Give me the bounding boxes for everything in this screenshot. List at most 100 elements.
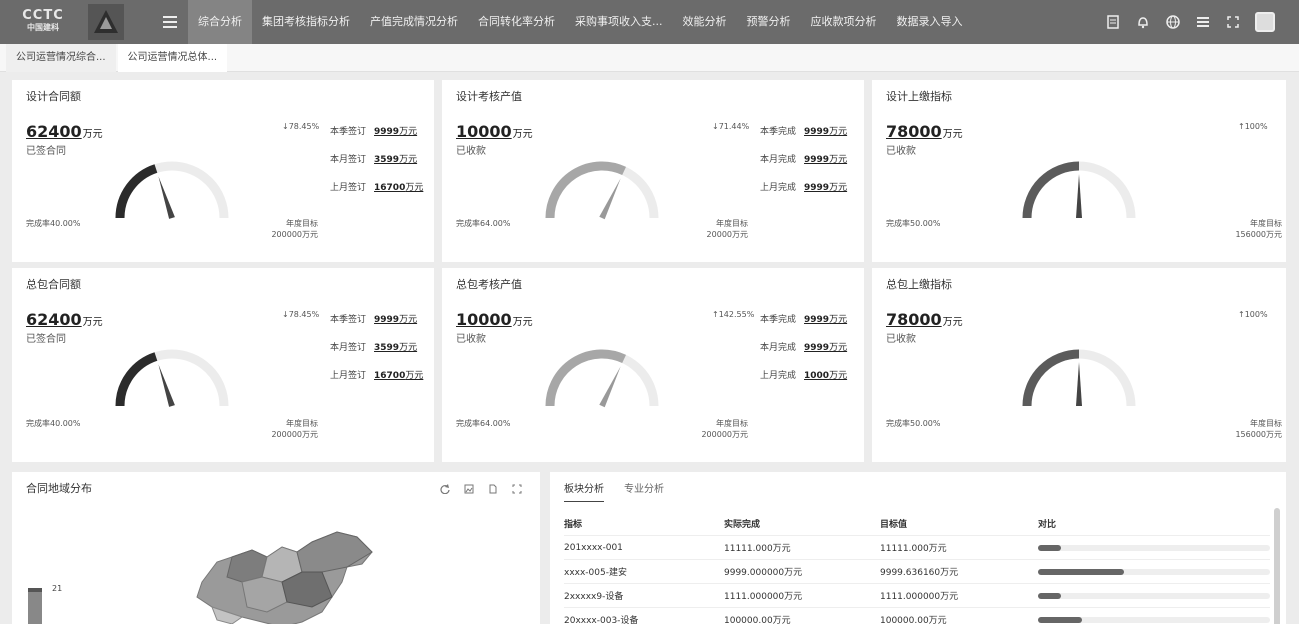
table-row[interactable]: 201xxxx-001 11111.000万元 11111.000万元 bbox=[564, 536, 1270, 560]
fullscreen-icon[interactable] bbox=[1225, 14, 1241, 30]
stat-row: 本月签订 3599万元 bbox=[330, 152, 417, 165]
design-submit-card: 设计上缴指标 78000万元 已收款 ↑100% 完成率50.00% 年度目标 156000… bbox=[872, 80, 1286, 262]
stat-value[interactable]: 9999万元 bbox=[374, 315, 417, 325]
stat-value[interactable]: 9999万元 bbox=[804, 315, 847, 325]
tab-overview-general[interactable]: 公司运营情况总体... bbox=[117, 43, 228, 72]
nav-item-7[interactable]: 应收款项分析 bbox=[801, 0, 887, 44]
card-title: 设计考核产值 bbox=[456, 90, 522, 103]
company-logo: CCTC 中国建科 bbox=[0, 0, 86, 44]
table-row[interactable]: 20xxxx-003-设备 100000.00万元 100000.00万元 bbox=[564, 608, 1270, 624]
card-main-value[interactable]: 78000万元 bbox=[886, 310, 963, 329]
stat-value[interactable]: 9999万元 bbox=[804, 343, 847, 353]
cell-actual: 1111.000000万元 bbox=[724, 592, 803, 602]
list-icon[interactable] bbox=[1195, 14, 1211, 30]
gauge-chart[interactable] bbox=[1019, 344, 1139, 410]
stat-value[interactable]: 9999万元 bbox=[804, 183, 847, 193]
stat-label: 上月签订 bbox=[330, 183, 367, 193]
china-map[interactable] bbox=[172, 522, 392, 624]
arrow-up-icon: ↑ bbox=[1238, 310, 1245, 319]
gauge-chart[interactable] bbox=[1019, 156, 1139, 222]
cell-compare bbox=[1038, 592, 1270, 599]
nav-item-2[interactable]: 产值完成情况分析 bbox=[360, 0, 468, 44]
tab-discipline-analysis[interactable]: 专业分析 bbox=[624, 480, 664, 502]
nav-item-0[interactable]: 综合分析 bbox=[188, 0, 252, 44]
gauge-fill bbox=[115, 352, 158, 407]
fullscreen-icon[interactable] bbox=[512, 484, 522, 494]
stat-row: 本月签订 3599万元 bbox=[330, 340, 417, 353]
table-tabs: 板块分析 专业分析 bbox=[564, 480, 664, 502]
stat-row: 本季完成 9999万元 bbox=[760, 312, 847, 325]
target-value: 200000万元 bbox=[271, 430, 318, 439]
stat-value[interactable]: 9999万元 bbox=[804, 155, 847, 165]
map-legend-bar[interactable] bbox=[28, 588, 42, 624]
card-main-value[interactable]: 10000万元 bbox=[456, 122, 533, 141]
gauge-needle bbox=[158, 364, 175, 407]
general-submit-card: 总包上缴指标 78000万元 已收款 ↑100% 完成率50.00% 年度目标 156000… bbox=[872, 268, 1286, 462]
compare-bar-fill bbox=[1038, 568, 1124, 575]
general-contract-card: 总包合同额 62400万元 已签合同 ↓78.45% 本季签订 9999万元 本月签订 359… bbox=[12, 268, 434, 462]
stat-value[interactable]: 16700万元 bbox=[374, 371, 423, 381]
stat-label: 本月完成 bbox=[760, 343, 797, 353]
globe-icon[interactable] bbox=[1165, 14, 1181, 30]
refresh-icon[interactable] bbox=[440, 484, 450, 494]
card-main-value[interactable]: 62400万元 bbox=[26, 122, 103, 141]
menu-toggle-button[interactable] bbox=[152, 0, 188, 44]
gauge-chart[interactable] bbox=[112, 344, 232, 410]
compare-bar-fill bbox=[1038, 592, 1062, 599]
card-main-value[interactable]: 62400万元 bbox=[26, 310, 103, 329]
card-main-unit: 万元 bbox=[942, 317, 963, 328]
table-scrollbar[interactable] bbox=[1274, 508, 1280, 624]
gauge-chart[interactable] bbox=[542, 156, 662, 222]
arrow-down-icon: ↓ bbox=[282, 310, 289, 319]
stat-value[interactable]: 3599万元 bbox=[374, 155, 417, 165]
gauge-fill bbox=[1022, 161, 1080, 219]
cell-actual: 100000.00万元 bbox=[724, 616, 791, 624]
compare-bar-fill bbox=[1038, 544, 1062, 551]
arrow-down-icon: ↓ bbox=[282, 122, 289, 131]
nav-item-4[interactable]: 采购事项收入支... bbox=[565, 0, 673, 44]
tab-overview-comprehensive[interactable]: 公司运营情况综合... bbox=[6, 43, 116, 72]
stat-label: 本季签订 bbox=[330, 127, 367, 137]
col-header-target: 目标值 bbox=[880, 520, 908, 530]
table-row[interactable]: 2xxxxx9-设备 1111.000000万元 1111.000000万元 bbox=[564, 584, 1270, 608]
nav-item-1[interactable]: 集团考核指标分析 bbox=[252, 0, 360, 44]
gauge-track bbox=[545, 349, 659, 407]
cell-actual: 11111.000万元 bbox=[724, 544, 791, 554]
logo-subtext: 中国建科 bbox=[27, 23, 59, 32]
card-title: 总包考核产值 bbox=[456, 278, 522, 291]
stat-value[interactable]: 9999万元 bbox=[374, 127, 417, 137]
tab-sector-analysis[interactable]: 板块分析 bbox=[564, 480, 604, 502]
target-value: 200000万元 bbox=[271, 230, 318, 239]
general-output-card: 总包考核产值 10000万元 已收款 ↑142.55% 本季完成 9999万元 本月完成 99… bbox=[442, 268, 864, 462]
change-percent: ↑142.55% bbox=[712, 310, 755, 319]
document-icon[interactable] bbox=[1105, 14, 1121, 30]
card-main-value[interactable]: 78000万元 bbox=[886, 122, 963, 141]
export-icon[interactable] bbox=[488, 484, 498, 494]
card-main-value[interactable]: 10000万元 bbox=[456, 310, 533, 329]
stat-value[interactable]: 1000万元 bbox=[804, 371, 847, 381]
stat-value[interactable]: 3599万元 bbox=[374, 343, 417, 353]
stat-value[interactable]: 9999万元 bbox=[804, 127, 847, 137]
gauge-chart[interactable] bbox=[542, 344, 662, 410]
map-legend-value: 21 bbox=[52, 584, 63, 593]
bell-icon[interactable] bbox=[1135, 14, 1151, 30]
card-main-unit: 万元 bbox=[512, 129, 533, 140]
nav-item-3[interactable]: 合同转化率分析 bbox=[468, 0, 565, 44]
avatar[interactable] bbox=[1255, 12, 1275, 32]
table-row[interactable]: xxxx-005-建安 9999.000000万元 9999.636160万元 bbox=[564, 560, 1270, 584]
image-icon[interactable] bbox=[464, 484, 474, 494]
cell-compare bbox=[1038, 568, 1270, 575]
stat-value[interactable]: 16700万元 bbox=[374, 183, 423, 193]
completion-rate: 完成率50.00% bbox=[886, 419, 941, 428]
target-value: 156000万元 bbox=[1235, 230, 1282, 239]
cell-indicator: xxxx-005-建安 bbox=[564, 568, 627, 578]
completion-rate: 完成率64.00% bbox=[456, 419, 511, 428]
page-tabs-bar: 公司运营情况综合... 公司运营情况总体... bbox=[0, 43, 1299, 72]
nav-item-5[interactable]: 效能分析 bbox=[673, 0, 737, 44]
nav-item-6[interactable]: 预警分析 bbox=[737, 0, 801, 44]
logo-text: CCTC bbox=[22, 8, 64, 23]
compare-bar-fill bbox=[1038, 616, 1083, 623]
gauge-chart[interactable] bbox=[112, 156, 232, 222]
gauge-needle bbox=[1076, 362, 1082, 406]
nav-item-8[interactable]: 数据录入导入 bbox=[887, 0, 973, 44]
